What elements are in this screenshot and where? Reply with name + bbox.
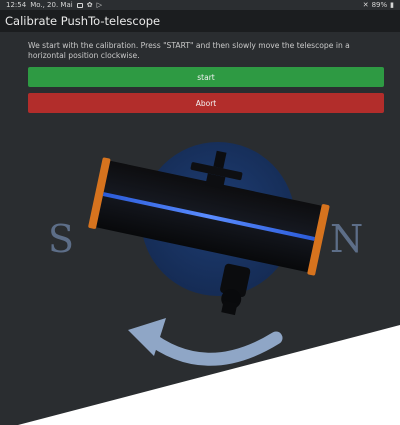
compass-label-south: S <box>48 217 74 261</box>
compass-label-north: N <box>330 217 363 261</box>
rotation-arrow-icon <box>139 328 283 366</box>
device-screen: 12:54 Mo., 20. Mai ✿ ▷ ✕ 89% ▮ Calibrate… <box>0 0 400 425</box>
telescope-illustration: S N <box>48 142 363 366</box>
